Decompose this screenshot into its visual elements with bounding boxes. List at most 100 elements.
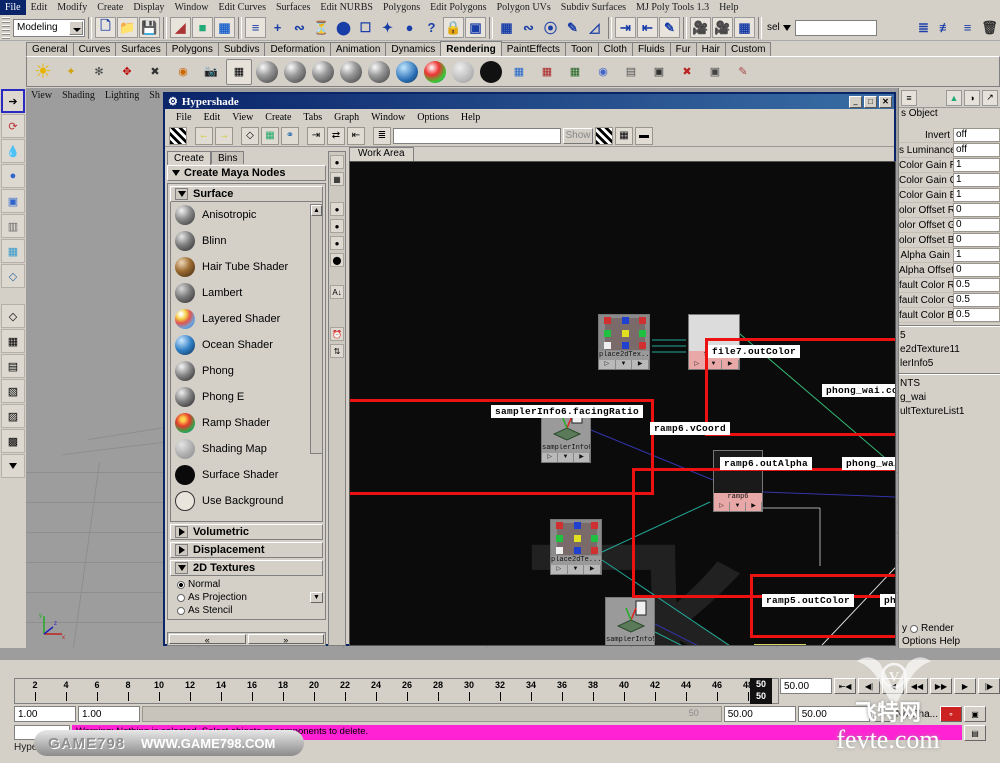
attribute-value[interactable]: 0.5 <box>953 278 1000 292</box>
half-circle-icon[interactable]: ◑ <box>964 90 980 106</box>
node-item-phong[interactable]: Phong <box>171 358 322 384</box>
table-row[interactable]: olor Offset R0 <box>899 203 1000 218</box>
chevron-down-icon[interactable] <box>69 21 83 35</box>
hypershade-title-bar[interactable]: ⚙ Hypershade _ □ ✕ <box>165 94 894 109</box>
shelf-surfaceshader-ball[interactable] <box>478 59 504 85</box>
channel-box-icon[interactable]: ≡ <box>901 90 917 106</box>
shelf-tab-fluids[interactable]: Fluids <box>632 42 671 56</box>
move-tool-icon[interactable]: ● <box>1 164 25 188</box>
list-view-icon[interactable] <box>595 127 613 145</box>
menu-item-create[interactable]: Create <box>92 0 128 15</box>
rotate-tool-icon[interactable]: ▣ <box>1 189 25 213</box>
list-item[interactable]: e2dTexture11 <box>899 343 1000 357</box>
shelf-area-light-icon[interactable]: ✖ <box>142 59 168 85</box>
table-row[interactable]: fault Color G0.5 <box>899 293 1000 308</box>
range-second-input[interactable] <box>78 706 140 722</box>
node-item-layered-shader[interactable]: Layered Shader <box>171 306 322 332</box>
node-item-shading-map[interactable]: Shading Map <box>171 436 322 462</box>
shelf-directional-light-icon[interactable]: ✥ <box>114 59 140 85</box>
attribute-value[interactable]: 0 <box>953 233 1000 247</box>
radio-as-stencil[interactable]: As Stencil <box>174 604 325 617</box>
section-displacement[interactable]: Displacement <box>170 542 323 558</box>
menu-item-modify[interactable]: Modify <box>52 0 92 15</box>
table-row[interactable]: Invertoff <box>899 128 1000 143</box>
arrow-up-right-icon[interactable]: ↗ <box>982 90 998 106</box>
quick-layout-outliner-icon[interactable]: ▤ <box>1 354 25 378</box>
menu-item-edit-polygons[interactable]: Edit Polygons <box>425 0 491 15</box>
render-current-frame-icon[interactable]: 🎥 <box>690 17 711 38</box>
tab-bins[interactable]: Bins <box>211 151 244 164</box>
attribute-value[interactable]: 0.5 <box>953 308 1000 322</box>
render-swatch-icon[interactable]: ● <box>330 155 344 169</box>
node-category-list[interactable]: Surface Anisotropic Blinn Hair Tube Shad… <box>167 183 326 620</box>
shelf-ramp-ball[interactable] <box>422 59 448 85</box>
radio-icon[interactable] <box>177 594 185 602</box>
menu-item-surfaces[interactable]: Surfaces <box>271 0 315 15</box>
timeline-current-frame[interactable]: 50 50 <box>750 678 772 704</box>
list-item[interactable]: 5 <box>899 329 1000 343</box>
radio-as-projection[interactable]: As Projection <box>174 591 325 604</box>
attribute-editor-tab[interactable]: s Object <box>899 108 1000 122</box>
toolbar-drag-handle[interactable] <box>2 17 10 39</box>
tab-create[interactable]: Create <box>167 151 211 165</box>
hs-menu-help[interactable]: Help <box>455 112 486 123</box>
shelf-phong-ball[interactable] <box>338 59 364 85</box>
node-place2dtexture-1[interactable]: place2dTex... ▷▼▶ <box>598 314 650 370</box>
checker-toggle-icon[interactable] <box>169 127 187 145</box>
node-footer[interactable]: ▷▼▶ <box>606 645 654 646</box>
chevron-down-icon[interactable] <box>783 25 791 31</box>
node-place2dtexture-2[interactable]: place2dTe... ▷▼▶ <box>550 519 602 575</box>
attribute-value[interactable]: 1 <box>953 188 1000 202</box>
snap-to-view-plane-icon[interactable]: ⬤ <box>333 17 354 38</box>
lock-icon[interactable]: 🔒 <box>443 17 464 38</box>
node-item-anisotropic[interactable]: Anisotropic <box>171 202 322 228</box>
shelf-tab-cloth[interactable]: Cloth <box>598 42 633 56</box>
command-input[interactable] <box>14 725 70 740</box>
sort-time-icon[interactable]: ⏰ <box>330 327 344 341</box>
grid-view-icon[interactable]: ▦ <box>615 127 633 145</box>
hs-menu-options[interactable]: Options <box>411 112 455 123</box>
menu-item-subdiv-surfaces[interactable]: Subdiv Surfaces <box>556 0 631 15</box>
paint-icon[interactable]: ✎ <box>562 17 583 38</box>
list-item[interactable]: lerInfo5 <box>899 357 1000 371</box>
menu-item-edit-nurbs[interactable]: Edit NURBS <box>315 0 378 15</box>
menu-item-polygon-uvs[interactable]: Polygon UVs <box>492 0 556 15</box>
viewport-menu-shading[interactable]: Shading <box>57 90 100 101</box>
snap-to-surface-icon[interactable]: ☐ <box>355 17 376 38</box>
shelf-blinn-ball[interactable] <box>282 59 308 85</box>
help-question-icon[interactable]: ? <box>421 17 442 38</box>
list-item[interactable]: g_wai <box>899 391 1000 405</box>
shelf-tab-hair[interactable]: Hair <box>696 42 726 56</box>
shelf-render-globals-icon[interactable]: ▦ <box>226 59 252 85</box>
step-forward-key-icon[interactable]: |▶ <box>978 678 1000 694</box>
select-by-component-icon[interactable]: ▦ <box>214 17 235 38</box>
chevron-down-icon[interactable] <box>172 170 180 176</box>
small-swatch-icon[interactable]: ● <box>330 202 344 216</box>
table-row[interactable]: Alpha Gain1 <box>899 248 1000 263</box>
hypershade-window[interactable]: ⚙ Hypershade _ □ ✕ File Edit View Create… <box>163 92 896 646</box>
shelf-tab-custom[interactable]: Custom <box>725 42 771 56</box>
selection-input[interactable] <box>795 20 877 36</box>
shelf-tab-dynamics[interactable]: Dynamics <box>385 42 441 56</box>
radio-icon[interactable] <box>177 607 185 615</box>
table-row[interactable]: Color Gain G1 <box>899 173 1000 188</box>
node-ramp5[interactable]: ramp5 ▷▼▶ <box>754 644 806 646</box>
search-input[interactable] <box>393 128 561 144</box>
shelf-tab-rendering[interactable]: Rendering <box>440 41 501 56</box>
select-by-object-icon[interactable]: ■ <box>192 17 213 38</box>
node-item-lambert[interactable]: Lambert <box>171 280 322 306</box>
xlarge-swatch-icon[interactable]: ⬤ <box>330 253 344 267</box>
table-row[interactable]: fault Color R0.5 <box>899 278 1000 293</box>
quick-layout-single-icon[interactable]: ◇ <box>1 304 25 328</box>
shelf-batch-render-icon[interactable]: ✖ <box>674 59 700 85</box>
show-input-icon[interactable]: ⇥ <box>615 17 636 38</box>
render-settings-icon[interactable]: ∾ <box>518 17 539 38</box>
small-view-icon[interactable]: ▬ <box>635 127 653 145</box>
quick-layout-hypershade-icon[interactable]: ▨ <box>1 404 25 428</box>
quick-layout-menu-icon[interactable] <box>1 454 25 478</box>
menu-item-polygons[interactable]: Polygons <box>378 0 425 15</box>
section-volumetric[interactable]: Volumetric <box>170 524 323 540</box>
shelf-tab-toon[interactable]: Toon <box>565 42 599 56</box>
snap-to-point-icon[interactable]: ⏳ <box>311 17 332 38</box>
shelf-tab-curves[interactable]: Curves <box>73 42 117 56</box>
